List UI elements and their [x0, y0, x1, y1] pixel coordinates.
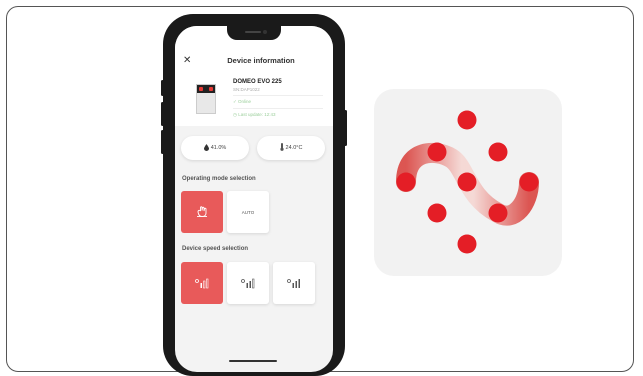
thermometer-icon [279, 143, 284, 153]
phone-notch [227, 26, 281, 40]
fan-speed-2-icon [241, 277, 255, 290]
phone-volume-up [161, 102, 164, 126]
humidity-value: 41.0% [210, 145, 227, 151]
speed-1-button[interactable] [181, 262, 223, 304]
device-info-header: ✕ Device information DOMEO EVO 225 SN:DA… [175, 26, 333, 126]
last-update: ◷ Last update: 12:43 [233, 112, 275, 118]
hand-icon [196, 206, 208, 218]
page-title: Device information [227, 56, 295, 65]
last-update-text: Last update: 12:43 [238, 112, 276, 117]
temperature-pill: 24.0°C [257, 136, 325, 160]
divider [233, 95, 323, 96]
divider [233, 108, 323, 109]
speed-3-button[interactable] [273, 262, 315, 304]
fan-speed-3-icon [287, 277, 301, 290]
app-screen: ✕ Device information DOMEO EVO 225 SN:DA… [175, 26, 333, 372]
status-online: ✓ Online [233, 99, 251, 105]
manual-mode-button[interactable] [181, 191, 223, 233]
phone-volume-down [161, 130, 164, 154]
status-text: Online [238, 99, 252, 104]
temperature-value: 24.0°C [285, 145, 303, 151]
app-logo [374, 89, 562, 276]
front-camera [263, 30, 267, 34]
phone-power-button [344, 110, 347, 146]
device-name: DOMEO EVO 225 [233, 79, 282, 85]
phone-mockup: ✕ Device information DOMEO EVO 225 SN:DA… [161, 14, 347, 376]
drop-icon [203, 143, 209, 153]
clock-icon: ◷ [233, 112, 237, 117]
auto-label: AUTO [241, 209, 255, 215]
close-icon[interactable]: ✕ [183, 55, 191, 66]
check-icon: ✓ [233, 99, 237, 104]
speaker-grille [245, 31, 261, 33]
logo-icon [396, 110, 539, 254]
device-image [196, 84, 216, 114]
speed-2-button[interactable] [227, 262, 269, 304]
device-speed-heading: Device speed selection [182, 246, 249, 252]
device-serial: SN:DAP1022 [233, 87, 260, 92]
operating-mode-heading: Operating mode selection [182, 176, 256, 182]
auto-mode-button[interactable]: AUTO [227, 191, 269, 233]
home-indicator [229, 360, 277, 362]
phone-side-button [161, 80, 164, 96]
humidity-pill: 41.0% [181, 136, 249, 160]
fan-speed-1-icon [195, 277, 209, 290]
